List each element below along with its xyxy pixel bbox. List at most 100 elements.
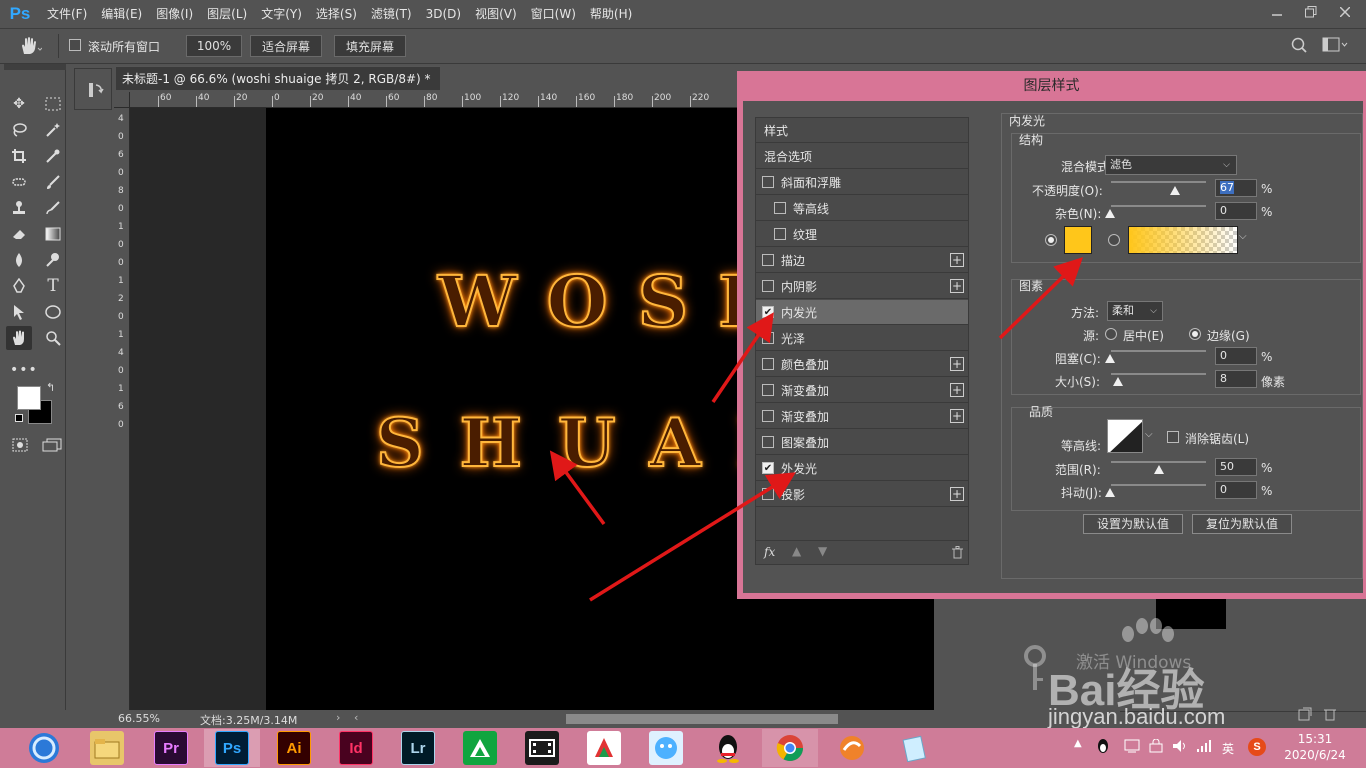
path-selection-tool-icon[interactable] xyxy=(6,300,32,324)
quick-mask-icon[interactable] xyxy=(12,438,28,452)
style-item[interactable]: 图案叠加 xyxy=(756,430,968,455)
style-checkbox[interactable]: ✔ xyxy=(762,306,774,318)
style-checkbox[interactable] xyxy=(774,228,786,240)
start-button[interactable] xyxy=(22,731,66,765)
document-tab[interactable]: 未标题-1 @ 66.6% (woshi shuaige 拷贝 2, RGB/8… xyxy=(116,66,440,90)
menu-type[interactable]: 文字(Y) xyxy=(254,0,309,28)
status-zoom[interactable]: 66.55% xyxy=(118,712,160,725)
default-colors-icon[interactable] xyxy=(15,414,23,422)
magic-wand-tool-icon[interactable] xyxy=(40,118,66,142)
chat-app-icon[interactable] xyxy=(649,731,683,765)
status-menu-arrow-icon[interactable]: › xyxy=(336,711,340,724)
dodge-tool-icon[interactable] xyxy=(40,248,66,272)
photoshop-app-icon[interactable]: Ps xyxy=(215,731,249,765)
eyedropper-tool-icon[interactable] xyxy=(40,144,66,168)
style-checkbox[interactable] xyxy=(762,332,774,344)
size-slider-thumb[interactable] xyxy=(1113,377,1123,386)
gradient-dropdown-chevron-icon[interactable]: ⌵ xyxy=(1239,231,1247,242)
ellipse-tool-icon[interactable] xyxy=(40,300,66,324)
style-item[interactable]: 描边 + xyxy=(756,248,968,273)
pen-tool-icon[interactable] xyxy=(6,274,32,298)
menu-image[interactable]: 图像(I) xyxy=(149,0,200,28)
menu-filter[interactable]: 滤镜(T) xyxy=(364,0,419,28)
tray-expand-icon[interactable]: ▲ xyxy=(1074,738,1082,749)
style-checkbox[interactable] xyxy=(762,280,774,292)
add-effect-button[interactable]: + xyxy=(950,383,964,397)
search-icon[interactable] xyxy=(1290,36,1308,54)
reset-default-button[interactable]: 复位为默认值 xyxy=(1192,514,1292,534)
opacity-field[interactable]: 67 xyxy=(1215,179,1257,197)
screen-mode-icon[interactable] xyxy=(42,438,62,452)
styles-header[interactable]: 样式 xyxy=(756,118,968,143)
tray-vpn-icon[interactable] xyxy=(1148,739,1164,753)
swap-colors-icon[interactable]: ↰ xyxy=(46,381,55,394)
source-edge-radio[interactable] xyxy=(1189,328,1201,340)
glow-color-swatch[interactable] xyxy=(1064,226,1092,254)
style-checkbox[interactable] xyxy=(774,202,786,214)
range-slider-thumb[interactable] xyxy=(1153,465,1164,474)
menu-help[interactable]: 帮助(H) xyxy=(583,0,639,28)
notes-app-icon[interactable] xyxy=(897,731,931,765)
add-effect-button[interactable]: + xyxy=(950,357,964,371)
vertical-ruler[interactable]: 4 0 6 0 8 0 1 0 0 1 2 0 1 4 0 1 6 0 xyxy=(114,108,130,710)
file-explorer-icon[interactable] xyxy=(90,731,124,765)
more-tools-icon[interactable]: ••• xyxy=(10,362,38,378)
style-item[interactable]: ✔ 外发光 xyxy=(756,456,968,481)
add-effect-button[interactable]: + xyxy=(950,279,964,293)
marquee-tool-icon[interactable] xyxy=(40,92,66,116)
style-checkbox[interactable] xyxy=(762,436,774,448)
ruler-origin[interactable] xyxy=(114,92,130,108)
chrome-app-icon[interactable] xyxy=(773,731,807,765)
tray-network-icon[interactable] xyxy=(1124,739,1140,753)
blend-mode-select[interactable]: 滤色 ⌵ xyxy=(1105,155,1237,175)
style-item[interactable]: 内阴影 + xyxy=(756,274,968,299)
choke-field[interactable]: 0 xyxy=(1215,347,1257,365)
zoom-tool-icon[interactable] xyxy=(40,326,66,350)
lightroom-app-icon[interactable]: Lr xyxy=(401,731,435,765)
style-checkbox[interactable] xyxy=(762,254,774,266)
noise-slider-thumb[interactable] xyxy=(1105,209,1115,218)
move-up-icon[interactable]: ▲ xyxy=(792,544,801,558)
source-center-radio[interactable] xyxy=(1105,328,1117,340)
style-checkbox[interactable] xyxy=(762,410,774,422)
range-field[interactable]: 50 xyxy=(1215,458,1257,476)
healing-brush-tool-icon[interactable] xyxy=(6,170,32,194)
method-select[interactable]: 柔和 ⌵ xyxy=(1107,301,1163,321)
ime-indicator[interactable]: 英 xyxy=(1222,740,1234,757)
add-effect-button[interactable]: + xyxy=(950,253,964,267)
crop-tool-icon[interactable] xyxy=(6,144,32,168)
premiere-app-icon[interactable]: Pr xyxy=(154,731,188,765)
lasso-tool-icon[interactable] xyxy=(6,118,32,142)
brush-tool-icon[interactable] xyxy=(40,170,66,194)
style-item[interactable]: 渐变叠加 + xyxy=(756,404,968,429)
eraser-tool-icon[interactable] xyxy=(6,222,32,246)
menu-view[interactable]: 视图(V) xyxy=(468,0,524,28)
opacity-slider[interactable] xyxy=(1111,181,1206,183)
style-checkbox[interactable]: ✔ xyxy=(762,462,774,474)
scroll-left-icon[interactable]: ‹ xyxy=(354,711,358,724)
opacity-slider-thumb[interactable] xyxy=(1169,186,1180,195)
green-app-icon[interactable] xyxy=(463,731,497,765)
indesign-app-icon[interactable]: Id xyxy=(339,731,373,765)
gradient-radio[interactable] xyxy=(1108,234,1120,246)
illustrator-app-icon[interactable]: Ai xyxy=(277,731,311,765)
sogou-ime-icon[interactable]: S xyxy=(1248,738,1266,756)
style-item[interactable]: 渐变叠加 + xyxy=(756,378,968,403)
close-icon[interactable] xyxy=(1328,0,1362,24)
set-default-button[interactable]: 设置为默认值 xyxy=(1083,514,1183,534)
contour-dropdown-chevron-icon[interactable]: ⌵ xyxy=(1145,429,1153,440)
dialog-title[interactable]: 图层样式 xyxy=(737,71,1366,101)
choke-slider[interactable] xyxy=(1111,350,1206,352)
menu-file[interactable]: 文件(F) xyxy=(40,0,94,28)
minimize-icon[interactable] xyxy=(1260,0,1294,24)
style-item[interactable]: 投影 + xyxy=(756,482,968,507)
style-checkbox[interactable] xyxy=(762,176,774,188)
tray-wifi-icon[interactable] xyxy=(1196,739,1212,753)
history-panel-icon[interactable] xyxy=(88,81,104,99)
menu-layer[interactable]: 图层(L) xyxy=(200,0,254,28)
hand-tool-icon[interactable] xyxy=(18,36,42,56)
style-item[interactable]: 纹理 xyxy=(756,222,968,247)
style-item[interactable]: 等高线 xyxy=(756,196,968,221)
choke-slider-thumb[interactable] xyxy=(1105,354,1115,363)
jitter-field[interactable]: 0 xyxy=(1215,481,1257,499)
